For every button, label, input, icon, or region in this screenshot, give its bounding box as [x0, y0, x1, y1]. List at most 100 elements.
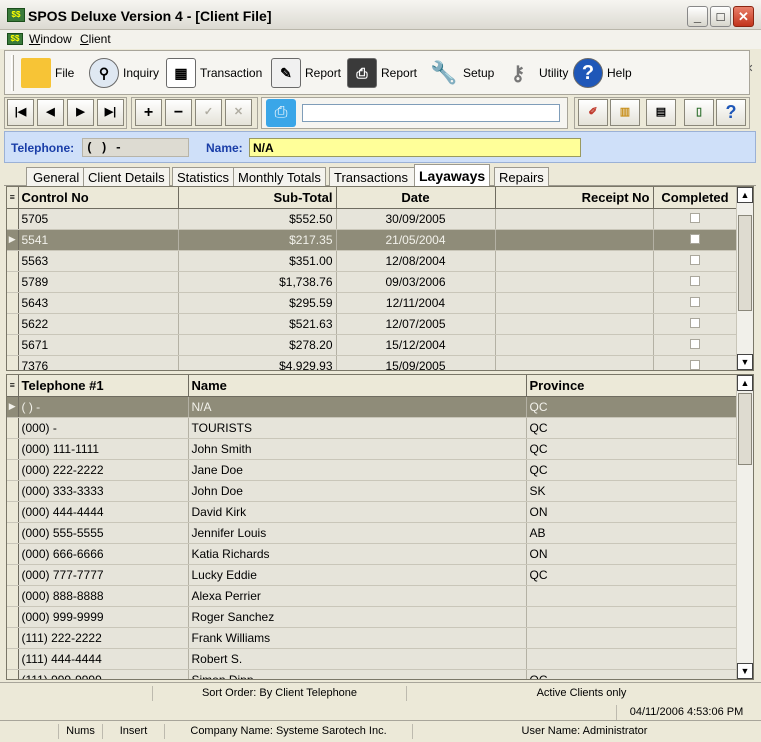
name-cell[interactable]: Roger Sanchez — [188, 606, 527, 628]
province-cell[interactable]: QC — [526, 396, 741, 418]
province-cell[interactable]: QC — [526, 564, 741, 586]
province-cell[interactable]: AB — [526, 522, 741, 544]
completed-checkbox[interactable] — [690, 359, 700, 370]
scroll-thumb[interactable] — [738, 215, 752, 311]
completed-cell[interactable] — [653, 355, 738, 370]
tab-general[interactable]: General — [26, 167, 85, 186]
client-row[interactable]: (000) 999-9999 Roger Sanchez — [7, 606, 741, 628]
control-no-cell[interactable]: 5671 — [18, 334, 179, 356]
first-record-button[interactable]: |◀ — [7, 99, 34, 126]
completed-cell[interactable] — [653, 313, 738, 335]
receipt-no-cell[interactable] — [495, 208, 654, 230]
date-cell[interactable]: 21/05/2004 — [336, 229, 496, 251]
province-cell[interactable] — [526, 648, 741, 670]
clients-grid-menu-icon[interactable]: ≡ — [7, 375, 19, 397]
telephone-cell[interactable]: (000) 444-4444 — [18, 501, 189, 523]
completed-cell[interactable] — [653, 292, 738, 314]
completed-checkbox[interactable] — [690, 233, 700, 244]
province-cell[interactable] — [526, 627, 741, 649]
scroll-down-icon[interactable]: ▼ — [737, 354, 753, 370]
subtotal-cell[interactable]: $1,738.76 — [178, 271, 337, 293]
telephone-cell[interactable]: (000) 666-6666 — [18, 543, 189, 565]
date-cell[interactable]: 15/09/2005 — [336, 355, 496, 370]
telephone-cell[interactable]: (000) 777-7777 — [18, 564, 189, 586]
name-cell[interactable]: Robert S. — [188, 648, 527, 670]
province-cell[interactable] — [526, 606, 741, 628]
client-row[interactable]: (000) 666-6666 Katia Richards ON — [7, 543, 741, 565]
layaway-row[interactable]: 5622 $521.63 12/07/2005 — [7, 313, 738, 335]
province-cell[interactable]: QC — [526, 459, 741, 481]
tab-client-details[interactable]: Client Details — [83, 167, 170, 186]
help-small-icon[interactable]: ? — [716, 99, 746, 126]
col-date[interactable]: Date — [336, 187, 496, 209]
completed-cell[interactable] — [653, 271, 738, 293]
col-receipt-no[interactable]: Receipt No — [495, 187, 654, 209]
client-row[interactable]: (000) 777-7777 Lucky Eddie QC — [7, 564, 741, 586]
completed-checkbox[interactable] — [690, 296, 700, 307]
telephone-cell[interactable]: ( ) - — [18, 396, 189, 418]
province-cell[interactable]: QC — [526, 417, 741, 439]
col-completed[interactable]: Completed — [653, 187, 738, 209]
cancel-record-button[interactable]: ✕ — [225, 99, 252, 126]
layaway-row[interactable]: 5563 $351.00 12/08/2004 — [7, 250, 738, 272]
col-telephone[interactable]: Telephone #1 — [18, 375, 189, 397]
telephone-cell[interactable]: (000) 999-9999 — [18, 606, 189, 628]
clients-scroll-down-icon[interactable]: ▼ — [737, 663, 753, 679]
minimize-button[interactable]: _ — [687, 6, 708, 27]
client-row[interactable]: (000) - TOURISTS QC — [7, 417, 741, 439]
clients-scroll-up-icon[interactable]: ▲ — [737, 375, 753, 391]
name-cell[interactable]: Jane Doe — [188, 459, 527, 481]
layaway-row[interactable]: ▶ 5541 $217.35 21/05/2004 — [7, 229, 738, 251]
date-cell[interactable]: 09/03/2006 — [336, 271, 496, 293]
col-name[interactable]: Name — [188, 375, 527, 397]
subtotal-cell[interactable]: $278.20 — [178, 334, 337, 356]
tab-transactions[interactable]: Transactions — [329, 167, 415, 186]
client-row[interactable]: (000) 333-3333 John Doe SK — [7, 480, 741, 502]
date-cell[interactable]: 12/07/2005 — [336, 313, 496, 335]
province-cell[interactable]: SK — [526, 480, 741, 502]
layaway-row[interactable]: 5671 $278.20 15/12/2004 — [7, 334, 738, 356]
post-record-button[interactable]: ✓ — [195, 99, 222, 126]
search-input[interactable] — [302, 104, 560, 122]
exit-door-icon[interactable]: ▯ — [684, 99, 714, 126]
name-cell[interactable]: Lucky Eddie — [188, 564, 527, 586]
scroll-up-icon[interactable]: ▲ — [737, 187, 753, 203]
telephone-cell[interactable]: (111) 999-9999 — [18, 669, 189, 679]
subtotal-cell[interactable]: $552.50 — [178, 208, 337, 230]
receipt-no-cell[interactable] — [495, 334, 654, 356]
close-button[interactable]: ✕ — [733, 6, 754, 27]
name-field[interactable]: N/A — [249, 138, 581, 157]
telephone-cell[interactable]: (000) - — [18, 417, 189, 439]
province-cell[interactable] — [526, 585, 741, 607]
col-control-no[interactable]: Control No — [18, 187, 179, 209]
tab-layaways[interactable]: Layaways — [414, 164, 491, 186]
province-cell[interactable]: QC — [526, 438, 741, 460]
last-record-button[interactable]: ▶| — [97, 99, 124, 126]
province-cell[interactable]: QC — [526, 669, 741, 679]
subtotal-cell[interactable]: $295.59 — [178, 292, 337, 314]
report-printer-button[interactable]: ⎙ Report — [347, 55, 417, 91]
province-cell[interactable]: ON — [526, 543, 741, 565]
client-row[interactable]: (111) 444-4444 Robert S. — [7, 648, 741, 670]
next-record-button[interactable]: ▶ — [67, 99, 94, 126]
completed-cell[interactable] — [653, 334, 738, 356]
basket-icon[interactable]: ▥ — [610, 99, 640, 126]
report-notepad-button[interactable]: ✎ Report — [271, 55, 341, 91]
receipt-no-cell[interactable] — [495, 355, 654, 370]
receipt-no-cell[interactable] — [495, 271, 654, 293]
control-no-cell[interactable]: 7376 — [18, 355, 179, 370]
control-no-cell[interactable]: 5705 — [18, 208, 179, 230]
layaway-row[interactable]: 5643 $295.59 12/11/2004 — [7, 292, 738, 314]
telephone-cell[interactable]: (000) 333-3333 — [18, 480, 189, 502]
telephone-cell[interactable]: (000) 555-5555 — [18, 522, 189, 544]
receipt-no-cell[interactable] — [495, 292, 654, 314]
pen-icon[interactable]: ✐ — [578, 99, 608, 126]
file-button[interactable]: File — [21, 55, 74, 91]
completed-checkbox[interactable] — [690, 254, 700, 265]
transaction-button[interactable]: ▦ Transaction — [166, 55, 262, 91]
menu-window[interactable]: Window — [29, 32, 72, 46]
menu-client[interactable]: Client — [80, 32, 111, 46]
control-no-cell[interactable]: 5563 — [18, 250, 179, 272]
completed-checkbox[interactable] — [690, 317, 700, 328]
maximize-button[interactable]: □ — [710, 6, 731, 27]
